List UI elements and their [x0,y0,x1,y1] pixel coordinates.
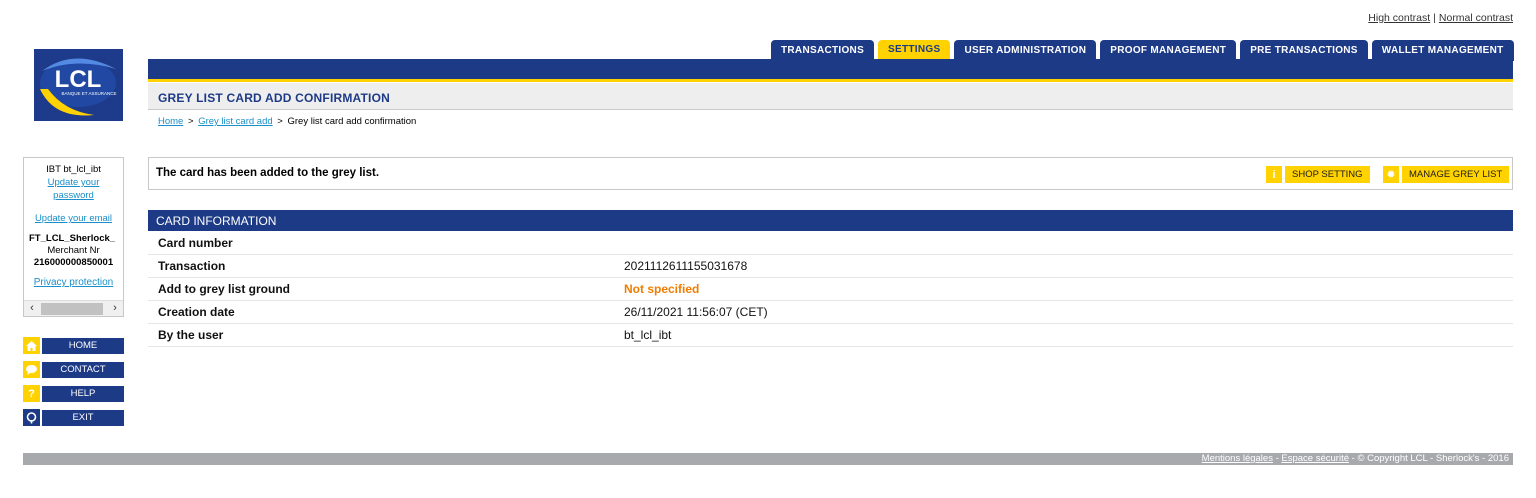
home-icon [23,337,40,354]
sun-icon: ✹ [1383,166,1399,183]
merchant-label: Merchant Nr [47,245,100,256]
creation-date-value: 26/11/2021 11:56:07 (CET) [624,305,768,319]
transaction-label: Transaction [158,259,226,273]
tab-wallet-management[interactable]: WALLET MANAGEMENT [1371,40,1514,61]
table-row: By the user bt_lcl_ibt [148,324,1513,347]
table-row: Transaction 2021112611155031678 [148,255,1513,278]
update-password-link[interactable]: Update your password [24,176,123,202]
tab-user-administration[interactable]: USER ADMINISTRATION [954,40,1097,61]
confirmation-message: The card has been added to the grey list… [156,167,380,179]
table-row: Card number [148,232,1513,255]
breadcrumb-current: Grey list card add confirmation [287,116,417,127]
creation-date-label: Creation date [158,305,235,319]
card-information-header: CARD INFORMATION [148,210,1513,231]
header-accent-line [148,79,1513,82]
legal-notice-link[interactable]: Mentions légales [1202,453,1273,464]
update-email-link[interactable]: Update your email [24,213,123,224]
high-contrast-link[interactable]: High contrast [1368,12,1430,24]
footer: Mentions légales - Espace sécurité - © C… [23,453,1513,465]
table-row: Creation date 26/11/2021 11:56:07 (CET) [148,301,1513,324]
tab-transactions[interactable]: TRANSACTIONS [771,40,875,61]
question-icon: ? [23,385,40,402]
nav-exit-label: EXIT [42,409,124,426]
card-number-label: Card number [158,236,233,250]
shop-setting-button[interactable]: i SHOP SETTING [1266,166,1370,183]
scroll-left-icon[interactable]: ‹ [25,302,39,316]
shop-name: FT_LCL_Sherlock_ [29,233,116,244]
grey-list-ground-value: Not specified [624,282,700,296]
breadcrumb: Home > Grey list card add > Grey list ca… [158,116,416,127]
by-user-value: bt_lcl_ibt [624,328,672,342]
grey-list-ground-label: Add to grey list ground [158,282,290,296]
contrast-separator: | [1433,12,1436,24]
breadcrumb-grey-list-add[interactable]: Grey list card add [198,116,272,127]
speech-bubble-icon [23,361,40,378]
horizontal-scrollbar[interactable]: ‹ › [24,300,123,316]
breadcrumb-separator: > [187,116,194,127]
nav-contact-label: CONTACT [42,361,124,378]
confirmation-message-box: The card has been added to the grey list… [148,157,1513,190]
security-space-link[interactable]: Espace sécurité [1281,453,1349,464]
nav-contact[interactable]: CONTACT [23,361,124,378]
transaction-value: 2021112611155031678 [624,259,748,273]
merchant-number: 216000000850001 [33,257,114,268]
manage-grey-list-button[interactable]: ✹ MANAGE GREY LIST [1383,166,1510,183]
nav-home-label: HOME [42,337,124,354]
left-navigation: HOME CONTACT ? HELP EXIT [23,337,124,433]
tab-pre-transactions[interactable]: PRE TRANSACTIONS [1240,40,1368,61]
logo-subtitle: BANQUE ET ASSURANCE [62,91,117,96]
logo-text: LCL [55,66,102,93]
page-title-bar: GREY LIST CARD ADD CONFIRMATION [148,83,1513,110]
user-panel: IBT bt_lcl_ibt Update your password Upda… [23,157,124,317]
normal-contrast-link[interactable]: Normal contrast [1439,12,1513,24]
privacy-protection-link[interactable]: Privacy protection [24,277,123,288]
nav-help[interactable]: ? HELP [23,385,124,402]
user-name: IBT bt_lcl_ibt [46,164,101,175]
breadcrumb-home[interactable]: Home [158,116,183,127]
nav-exit[interactable]: EXIT [23,409,124,426]
scrollbar-thumb[interactable] [41,303,103,315]
table-row: Add to grey list ground Not specified [148,278,1513,301]
tab-proof-management[interactable]: PROOF MANAGEMENT [1100,40,1237,61]
card-information-table: Card number Transaction 2021112611155031… [148,232,1513,347]
header-band [148,59,1513,79]
info-icon: i [1266,166,1282,183]
shop-setting-label: SHOP SETTING [1285,166,1370,183]
scroll-right-icon[interactable]: › [108,302,122,316]
lcl-logo-graphic: LCL BANQUE ET ASSURANCE [34,49,123,121]
footer-copyright: - © Copyright LCL - Sherlock's - 2016 [1349,453,1509,464]
by-user-label: By the user [158,328,224,342]
main-tabs: TRANSACTIONS SETTINGS USER ADMINISTRATIO… [771,40,1514,80]
nav-home[interactable]: HOME [23,337,124,354]
exit-icon [23,409,40,426]
page-title: GREY LIST CARD ADD CONFIRMATION [158,91,390,105]
lcl-logo[interactable]: LCL BANQUE ET ASSURANCE [34,49,123,121]
contrast-switcher: High contrast | Normal contrast [1368,12,1513,24]
manage-grey-list-label: MANAGE GREY LIST [1402,166,1510,183]
nav-help-label: HELP [42,385,124,402]
breadcrumb-separator: > [277,116,283,127]
